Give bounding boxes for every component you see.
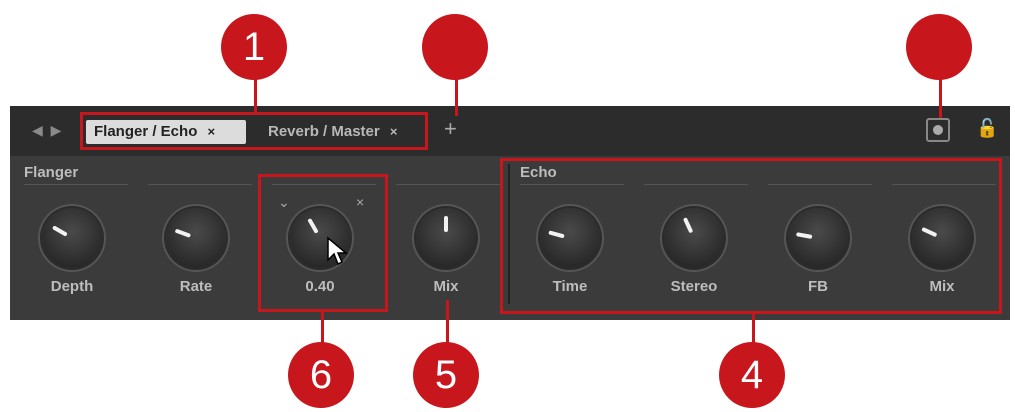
lock-icon[interactable]: 🔓 [976, 118, 998, 139]
knob-label-mix: Mix [433, 278, 459, 295]
highlight-knob-edit [258, 174, 388, 312]
callout-unnumbered [906, 14, 972, 80]
flanger-mix-knob[interactable] [416, 208, 476, 268]
knob-label-rate: Rate [179, 278, 213, 295]
rate-knob[interactable] [166, 208, 226, 268]
highlight-echo-section [500, 158, 1002, 314]
knob-label-depth: Depth [50, 278, 94, 295]
knob-pointer [444, 216, 448, 232]
add-tab-button[interactable]: + [444, 116, 457, 142]
record-icon[interactable] [926, 118, 950, 142]
callout-6: 6 [288, 342, 354, 408]
separator [396, 184, 500, 185]
section-title-flanger: Flanger [24, 164, 79, 181]
callout-unnumbered [422, 14, 488, 80]
separator [24, 184, 128, 185]
highlight-tabs [80, 112, 428, 150]
knob-pointer [51, 225, 68, 237]
callout-4: 4 [719, 342, 785, 408]
nav-arrows-icon[interactable]: ◀ ▶ [32, 122, 63, 139]
knob-pointer [174, 228, 192, 238]
depth-knob[interactable] [42, 208, 102, 268]
separator [148, 184, 252, 185]
callout-connector [254, 78, 257, 114]
callout-5: 5 [413, 342, 479, 408]
callout-1: 1 [221, 14, 287, 80]
